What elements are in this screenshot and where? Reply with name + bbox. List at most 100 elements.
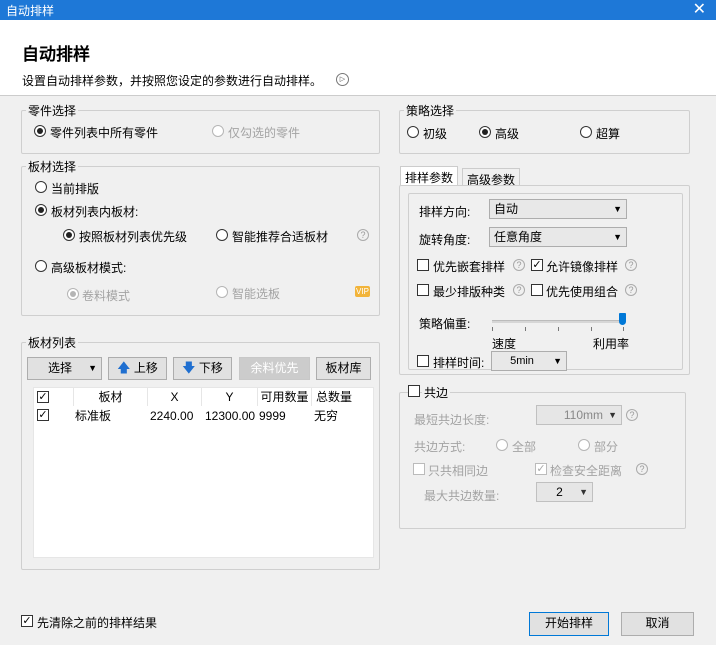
bias-label: 策略偏重:: [419, 317, 471, 331]
row-checkbox[interactable]: ✓: [37, 409, 49, 421]
column-header-total[interactable]: 总数量: [312, 388, 356, 406]
help-icon[interactable]: ?: [625, 259, 637, 271]
common-edge-checkbox[interactable]: [408, 385, 420, 397]
allow-mirror-checkbox[interactable]: ✓: [531, 259, 543, 271]
header-checkbox[interactable]: ✓: [37, 391, 49, 403]
direction-select[interactable]: 自动 ▼: [489, 199, 627, 219]
strategy-super-label: 超算: [596, 127, 621, 141]
dialog-header: 自动排样 设置自动排样参数，并按照您设定的参数进行自动排样。 ▷: [0, 20, 716, 96]
remnant-priority-button[interactable]: 余料优先: [239, 357, 310, 380]
vip-crown-icon: VIP: [355, 286, 370, 297]
nest-time-checkbox[interactable]: [417, 355, 429, 367]
move-up-button[interactable]: 🡅 上移: [108, 357, 167, 380]
prefer-embed-checkbox[interactable]: [417, 259, 429, 271]
roll-mode-radio[interactable]: [67, 288, 79, 300]
min-plate-types-checkbox[interactable]: [417, 284, 429, 296]
max-edge-count-select[interactable]: 2 ▼: [536, 482, 593, 502]
plates-legend: 板材选择: [26, 158, 79, 175]
parts-legend: 零件选择: [26, 102, 79, 119]
bias-slider-track[interactable]: [492, 320, 624, 323]
clear-previous-checkbox[interactable]: ✓: [21, 615, 33, 627]
chevron-down-icon: ▼: [613, 232, 622, 242]
edge-mode-all-label: 全部: [512, 440, 537, 454]
column-header-x[interactable]: X: [148, 388, 202, 406]
max-edge-count-value: 2: [556, 485, 563, 499]
all-parts-radio[interactable]: [34, 125, 46, 137]
move-up-label: 上移: [133, 361, 158, 375]
current-layout-radio[interactable]: [35, 181, 47, 193]
check-safety-checkbox[interactable]: ✓: [535, 463, 547, 475]
checked-parts-radio[interactable]: [212, 125, 224, 137]
clear-previous-label: 先清除之前的排样结果: [37, 616, 158, 630]
row-plate-available: 9999: [259, 409, 286, 423]
help-icon[interactable]: ?: [513, 259, 525, 271]
by-priority-label: 按照板材列表优先级: [79, 230, 188, 244]
max-edge-count-label: 最大共边数量:: [424, 489, 500, 503]
bias-slider-thumb[interactable]: [619, 313, 626, 325]
slider-tick: [558, 327, 559, 331]
help-icon[interactable]: ?: [513, 284, 525, 296]
strategy-advanced-radio[interactable]: [479, 126, 491, 138]
column-header-y[interactable]: Y: [202, 388, 258, 406]
rotation-label: 旋转角度:: [419, 233, 471, 247]
rotation-select[interactable]: 任意角度 ▼: [489, 227, 627, 247]
advanced-mode-label: 高级板材模式:: [51, 261, 127, 275]
help-icon[interactable]: ?: [357, 229, 369, 241]
smart-select-radio[interactable]: [216, 286, 228, 298]
chevron-down-icon: ▼: [553, 356, 562, 366]
close-icon[interactable]: ✕: [693, 0, 706, 19]
plate-list-table: ✓ 板材 X Y 可用数量 总数量 ✓ 标准板 2240.00 12300.00…: [33, 387, 374, 558]
slider-tick: [525, 327, 526, 331]
same-edge-only-checkbox[interactable]: [413, 463, 425, 475]
row-plate-total: 无穷: [314, 409, 339, 423]
plate-library-button[interactable]: 板材库: [316, 357, 371, 380]
same-edge-only-label: 只共相同边: [428, 464, 489, 478]
slider-tick: [591, 327, 592, 331]
strategy-basic-radio[interactable]: [407, 126, 419, 138]
advanced-mode-radio[interactable]: [35, 260, 47, 272]
min-edge-length-select[interactable]: 110mm ▼: [536, 405, 622, 425]
strategy-legend: 策略选择: [404, 102, 457, 119]
min-plate-types-label: 最少排版种类: [433, 285, 506, 299]
smart-recommend-radio[interactable]: [216, 229, 228, 241]
column-header-name[interactable]: 板材: [74, 388, 148, 406]
dialog-title: 自动排样: [22, 45, 90, 64]
tab-nest-params[interactable]: 排样参数: [400, 166, 459, 186]
nest-time-value: 5min: [510, 355, 534, 367]
strategy-basic-label: 初级: [423, 127, 448, 141]
plate-library-label: 板材库: [325, 361, 362, 375]
nest-time-select[interactable]: 5min ▼: [491, 351, 567, 371]
play-icon[interactable]: ▷: [336, 73, 349, 86]
smart-select-label: 智能选板: [232, 287, 281, 301]
edge-mode-all-radio[interactable]: [496, 439, 508, 451]
smart-recommend-label: 智能推荐合适板材: [232, 230, 329, 244]
chevron-down-icon: ▼: [613, 204, 622, 214]
window-title: 自动排样: [6, 4, 55, 18]
nest-time-label: 排样时间:: [433, 356, 485, 370]
plate-list-radio[interactable]: [35, 204, 47, 216]
tab-advanced-params[interactable]: 高级参数: [462, 168, 521, 187]
select-dropdown-button[interactable]: 选择 ▼: [27, 357, 102, 380]
move-down-label: 下移: [198, 361, 223, 375]
row-plate-name: 标准板: [75, 409, 112, 423]
strategy-super-radio[interactable]: [580, 126, 592, 138]
help-icon[interactable]: ?: [625, 284, 637, 296]
chevron-down-icon: ▼: [88, 363, 97, 373]
cancel-button[interactable]: 取消: [621, 612, 694, 636]
utilization-label: 利用率: [593, 337, 630, 351]
arrow-down-icon: 🡇: [182, 360, 196, 375]
all-parts-label: 零件列表中所有零件: [50, 126, 159, 140]
column-header-available[interactable]: 可用数量: [258, 388, 312, 406]
help-icon[interactable]: ?: [636, 463, 648, 475]
plate-list-label: 板材列表内板材:: [51, 205, 139, 219]
slider-tick: [492, 327, 493, 331]
row-plate-y: 12300.00: [205, 409, 256, 423]
edge-mode-part-radio[interactable]: [578, 439, 590, 451]
strategy-advanced-label: 高级: [495, 127, 520, 141]
by-priority-radio[interactable]: [63, 229, 75, 241]
prefer-combo-checkbox[interactable]: [531, 284, 543, 296]
title-bar: 自动排样 ✕: [0, 0, 716, 20]
start-nesting-button[interactable]: 开始排样: [529, 612, 609, 636]
move-down-button[interactable]: 🡇 下移: [173, 357, 232, 380]
help-icon[interactable]: ?: [626, 409, 638, 421]
